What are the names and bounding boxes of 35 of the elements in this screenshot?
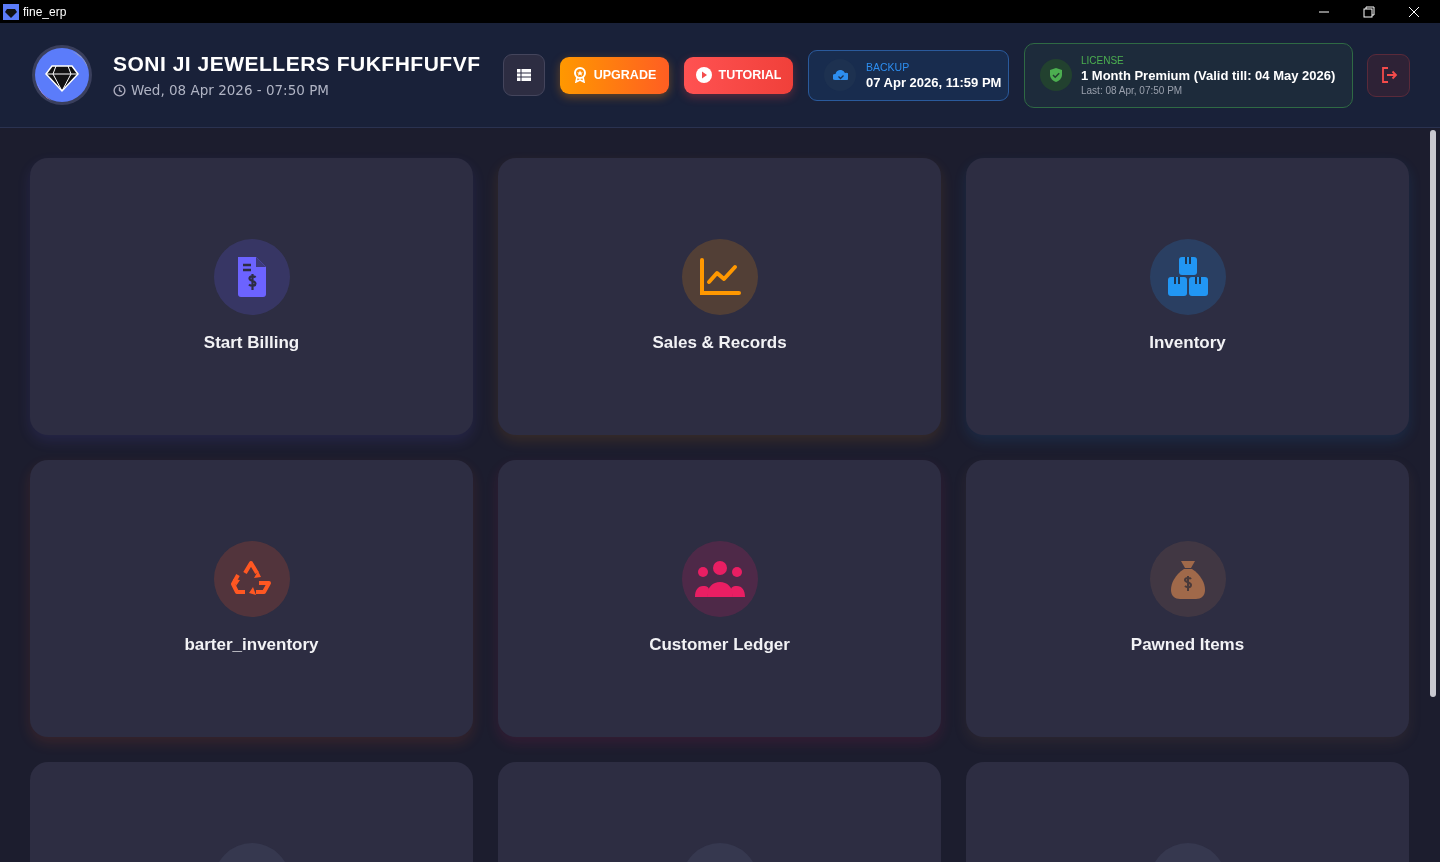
module-tile[interactable]: Sales & Records (498, 158, 941, 435)
restore-icon[interactable] (1363, 5, 1375, 18)
module-tile[interactable]: Customer Ledger (498, 460, 941, 737)
play-icon (695, 67, 712, 83)
award-icon (572, 67, 587, 83)
license-plan: 1 Month Premium (Valid till: 04 May 2026) (1081, 67, 1336, 83)
module-tile[interactable]: Start Billing (30, 158, 473, 435)
license-last-check: Last: 08 Apr, 07:50 PM (1081, 84, 1184, 96)
cloud-icon (832, 70, 848, 80)
license-label: LICENSE (1081, 54, 1125, 66)
scrollbar-thumb[interactable] (1430, 130, 1436, 697)
logout-button[interactable] (1367, 53, 1410, 97)
tile-label: Start Billing (203, 333, 300, 353)
app-icon (3, 3, 19, 20)
logout-icon (1379, 66, 1398, 84)
tile-label: barter_inventory (184, 635, 319, 655)
tile-label: Inventory (1149, 333, 1226, 353)
backup-label: BACKUP (866, 60, 911, 73)
date-time: Wed, 08 Apr 2026 - 07:50 PM (131, 82, 329, 98)
list-icon (517, 69, 531, 81)
tile-label: Pawned Items (1130, 635, 1245, 655)
module-tile[interactable]: Pawned Items (966, 460, 1409, 737)
menu-button[interactable] (503, 54, 545, 96)
backup-time: 07 Apr 2026, 11:59 PM (866, 74, 1002, 90)
tile-label: Sales & Records (652, 333, 787, 353)
module-tile[interactable]: barter_inventory (30, 460, 473, 737)
clock-icon (113, 83, 126, 97)
tile-label: Customer Ledger (649, 635, 790, 655)
window-title: fine_erp (23, 4, 67, 19)
tutorial-button[interactable]: TUTORIAL (684, 56, 793, 94)
business-name: SONI JI JEWELLERS FUKFHFUFVF (113, 52, 482, 76)
close-icon[interactable] (1408, 5, 1420, 18)
module-tile[interactable]: Inventory (966, 158, 1409, 435)
diamond-logo-icon (31, 44, 93, 106)
shield-check-icon (1050, 68, 1062, 82)
